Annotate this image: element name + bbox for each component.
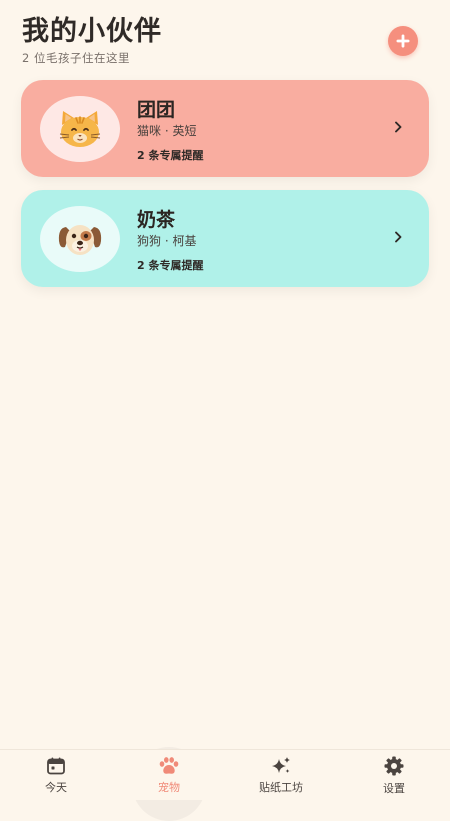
pet-reminder-count: 2 条专属提醒	[137, 259, 204, 272]
bottom-tab-bar: 今天 宠物 贴纸工坊 设置	[0, 749, 450, 800]
tab-pets[interactable]: 宠物	[124, 750, 214, 800]
tab-today[interactable]: 今天	[11, 750, 101, 800]
tab-label: 宠物	[158, 780, 180, 794]
pet-avatar	[40, 206, 120, 272]
chevron-right-icon	[395, 121, 402, 133]
pet-breed: 狗狗 · 柯基	[137, 234, 197, 248]
tab-label: 贴纸工坊	[259, 780, 303, 794]
tab-settings[interactable]: 设置	[349, 750, 439, 800]
add-pet-button[interactable]	[388, 26, 418, 56]
page-title: 我的小伙伴	[22, 16, 162, 47]
gear-icon	[384, 756, 404, 775]
chevron-right-icon	[395, 231, 402, 243]
pet-name: 奶茶	[137, 209, 176, 231]
pet-name: 团团	[137, 99, 176, 121]
pet-reminder-count: 2 条专属提醒	[137, 149, 204, 162]
pet-breed: 猫咪 · 英短	[137, 124, 197, 138]
page-header: 我的小伙伴 2 位毛孩子住在这里	[22, 14, 428, 66]
plus-icon	[396, 34, 410, 48]
tab-sticker-workshop[interactable]: 贴纸工坊	[236, 750, 326, 800]
pet-avatar	[40, 96, 120, 162]
page-subtitle: 2 位毛孩子住在这里	[22, 51, 130, 65]
pet-card-tuantuan[interactable]: 团团 猫咪 · 英短 2 条专属提醒	[21, 80, 429, 177]
calendar-icon	[47, 757, 65, 774]
dog-face-icon	[58, 225, 102, 255]
sparkle-icon	[272, 756, 290, 773]
cat-face-icon	[59, 111, 101, 147]
paw-icon	[159, 756, 179, 774]
tab-label: 设置	[383, 781, 405, 795]
pet-card-naicha[interactable]: 奶茶 狗狗 · 柯基 2 条专属提醒	[21, 190, 429, 287]
tab-label: 今天	[45, 780, 67, 794]
